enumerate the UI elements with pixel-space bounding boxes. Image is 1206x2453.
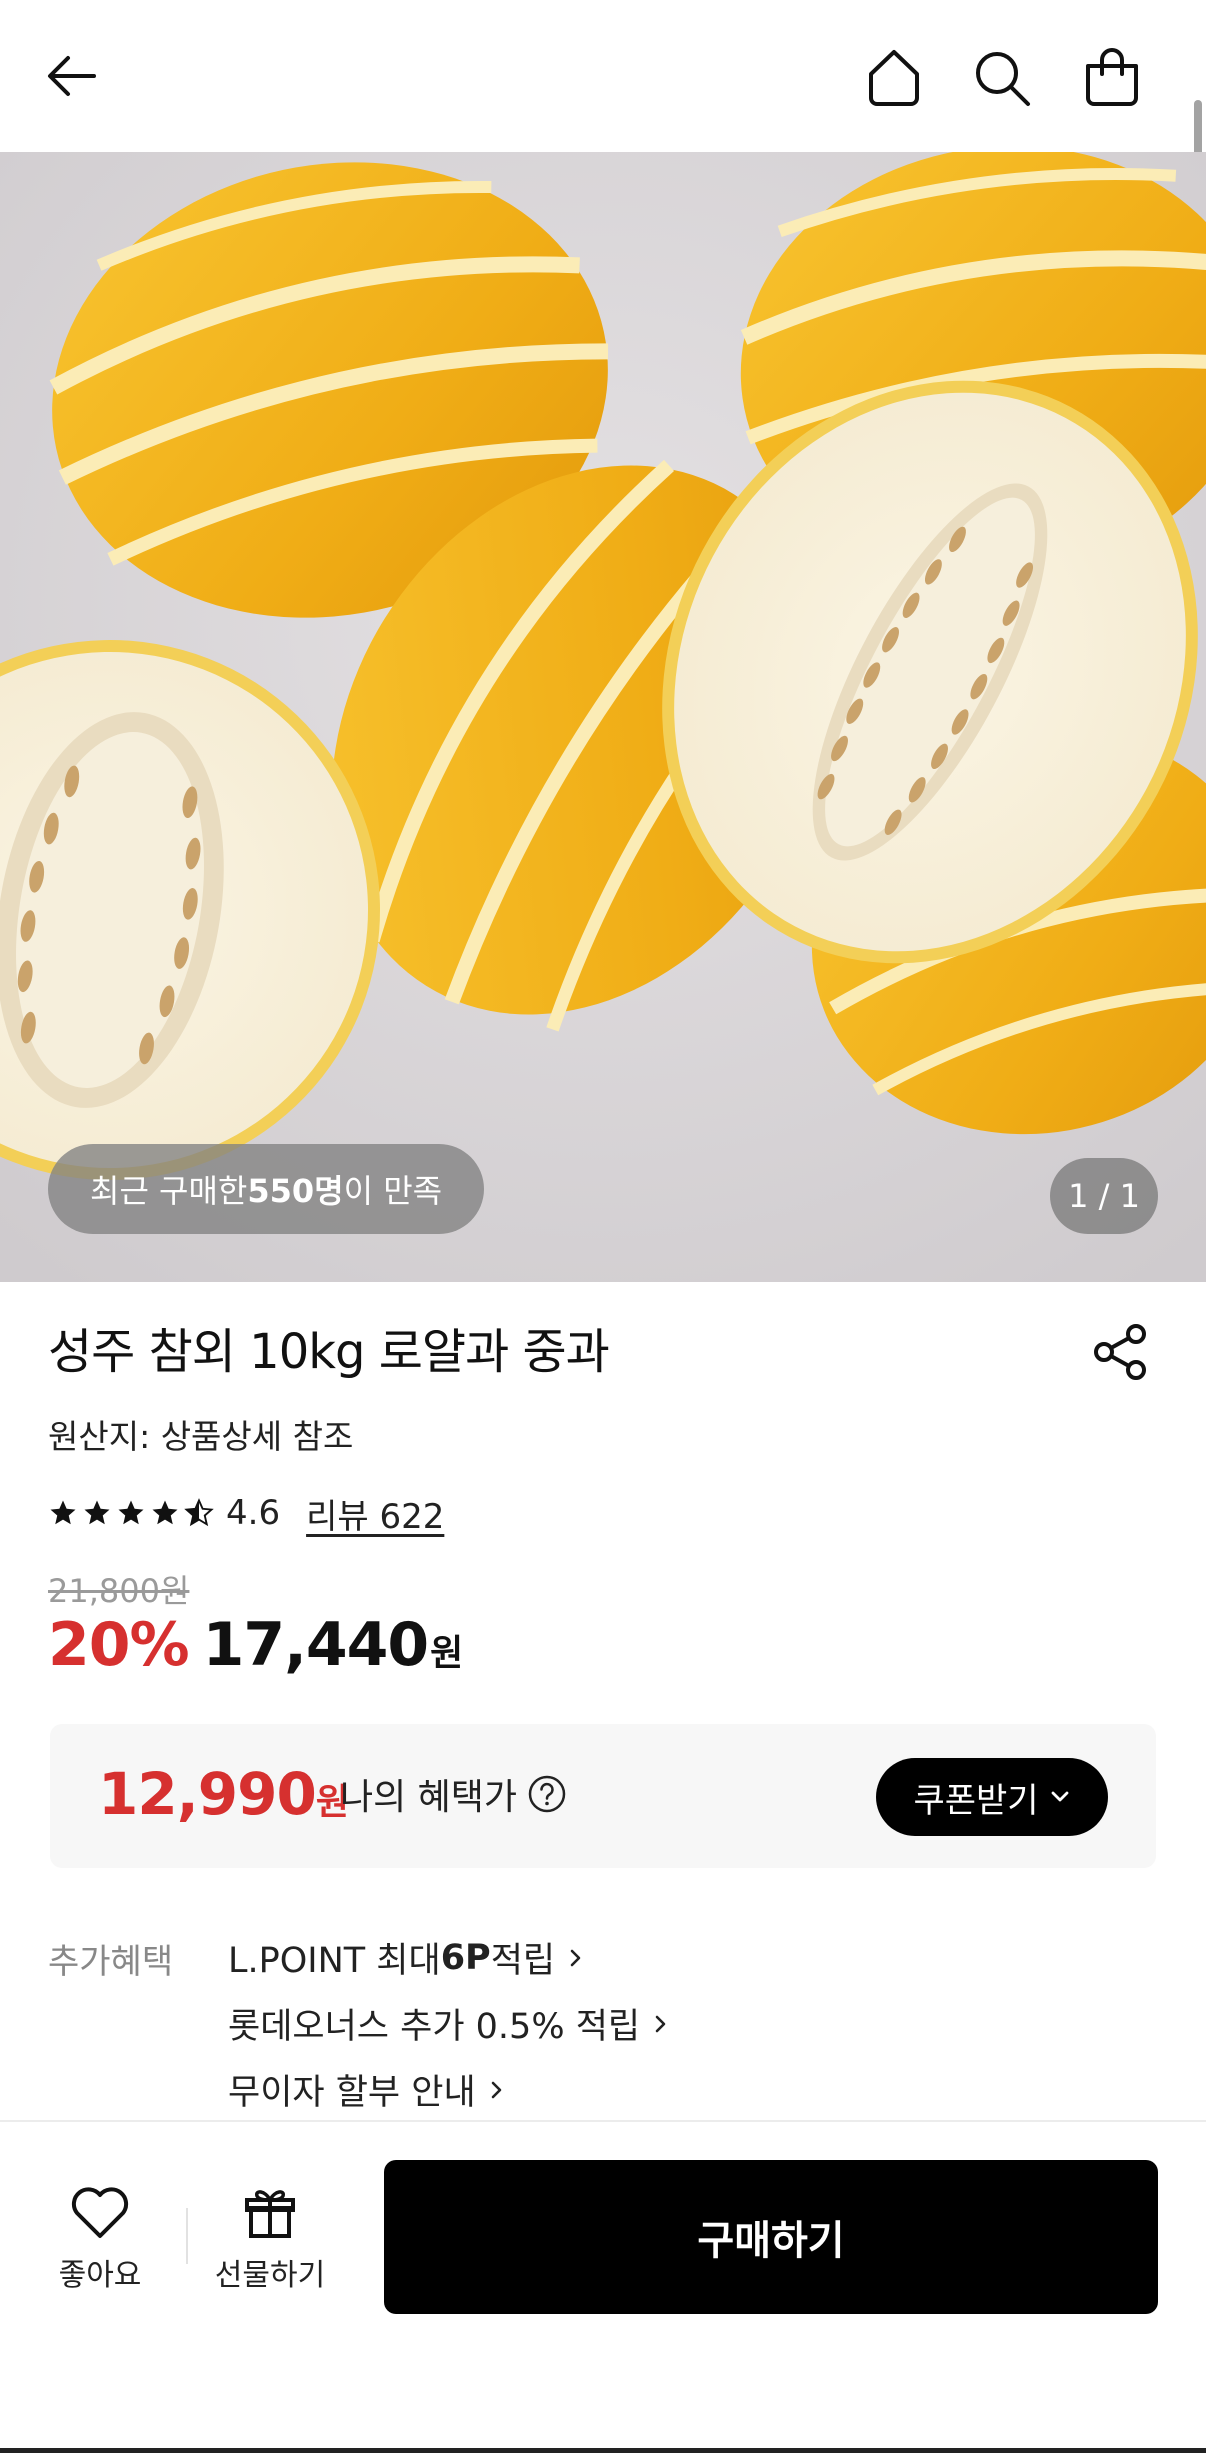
chevron-right-icon — [570, 1949, 581, 1966]
star-full-icon — [84, 1500, 110, 1525]
sale-price-unit: 원 — [430, 1633, 464, 1674]
sale-price: 17,440 — [202, 1610, 430, 1680]
lotte-onus-text: 롯데오너스 추가 0.5% 적립 — [228, 2007, 641, 2047]
coupon-button[interactable]: 쿠폰받기 — [876, 1758, 1108, 1836]
gift-label: 선물하기 — [214, 2258, 326, 2293]
star-half-icon — [184, 1498, 214, 1527]
heart-icon — [71, 2187, 129, 2238]
lpoint-prefix: L.POINT 최대 — [228, 1941, 441, 1981]
cart-button[interactable] — [1072, 38, 1152, 118]
top-navigation-bar — [0, 0, 1206, 152]
product-origin: 원산지: 상품상세 참조 — [48, 1417, 354, 1456]
korean-melon-photo — [0, 152, 1206, 1282]
star-full-icon — [50, 1500, 76, 1525]
buy-button[interactable]: 구매하기 — [384, 2160, 1158, 2314]
gift-button[interactable]: 선물하기 — [200, 2184, 340, 2294]
benefit-label-text: 나의 혜택가 — [340, 1777, 518, 1818]
star-full-icon — [118, 1500, 144, 1525]
discount-rate: 20% — [48, 1610, 190, 1680]
lpoint-suffix: 적립 — [490, 1941, 556, 1981]
product-image[interactable] — [0, 152, 1206, 1282]
action-separator — [186, 2208, 188, 2264]
home-button[interactable] — [856, 40, 932, 116]
home-indicator — [0, 2448, 1206, 2453]
satisfaction-count: 550명 — [247, 1172, 344, 1210]
price-row: 20% 17,440 원 — [48, 1610, 463, 1680]
benefit-label: 나의 혜택가 — [340, 1768, 567, 1820]
coupon-button-label: 쿠폰받기 — [913, 1780, 1039, 1821]
product-title: 성주 참외 10kg 로얄과 중과 — [48, 1324, 610, 1380]
chevron-down-icon — [1051, 1791, 1068, 1802]
search-button[interactable] — [964, 40, 1040, 116]
share-icon — [1094, 1324, 1146, 1380]
like-label: 좋아요 — [58, 2258, 142, 2293]
benefit-price: 12,990 원 — [98, 1760, 349, 1828]
benefit-price-value: 12,990 — [98, 1760, 317, 1828]
satisfaction-prefix: 최근 구매한 — [90, 1172, 248, 1210]
satisfaction-badge: 최근 구매한 550명 이 만족 — [48, 1144, 485, 1234]
arrow-left-icon — [48, 56, 96, 96]
image-page-indicator: 1 / 1 — [1050, 1158, 1158, 1234]
rating-value: 4.6 — [226, 1493, 281, 1533]
installment-info-link[interactable]: 무이자 할부 안내 — [228, 2064, 506, 2115]
lotte-onus-benefit-link[interactable]: 롯데오너스 추가 0.5% 적립 — [228, 1998, 670, 2049]
extra-benefits-label: 추가혜택 — [48, 1942, 174, 1982]
lpoint-benefit-link[interactable]: L.POINT 최대 6P 적립 — [228, 1932, 585, 1983]
share-button[interactable] — [1090, 1322, 1150, 1382]
chevron-right-icon — [655, 2015, 666, 2032]
home-icon — [869, 50, 919, 106]
star-full-icon — [152, 1500, 178, 1525]
search-icon — [976, 52, 1030, 106]
back-button[interactable] — [36, 40, 108, 112]
help-icon[interactable] — [527, 1774, 567, 1814]
like-button[interactable]: 좋아요 — [40, 2184, 160, 2294]
shopping-bag-icon — [1086, 48, 1138, 106]
original-price: 21,800원 — [48, 1572, 190, 1610]
lpoint-amount: 6P — [440, 1937, 491, 1978]
star-rating — [48, 1498, 214, 1528]
rating-row: 4.6 리뷰 622 — [48, 1488, 444, 1538]
satisfaction-suffix: 이 만족 — [343, 1172, 443, 1210]
gift-icon — [245, 2190, 295, 2238]
review-link[interactable]: 리뷰 622 — [306, 1489, 444, 1538]
installment-text: 무이자 할부 안내 — [228, 2073, 476, 2113]
chevron-right-icon — [491, 2081, 501, 2098]
